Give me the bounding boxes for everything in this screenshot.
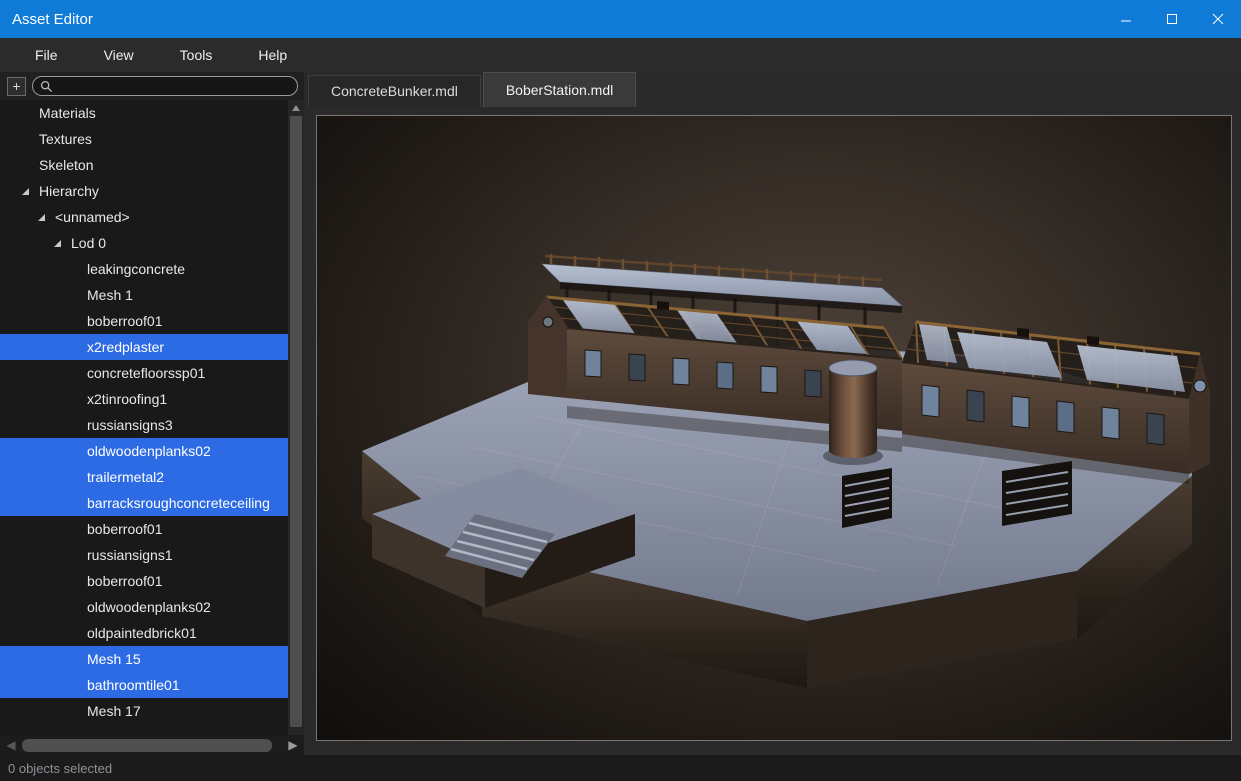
tree-item-label: x2tinroofing1 — [87, 391, 167, 407]
maximize-icon — [1166, 13, 1178, 25]
tree-item-trailermetal2[interactable]: trailermetal2 — [0, 464, 288, 490]
tree-wrap: Materials Textures Skeleton Hierarchy <unnam… — [0, 100, 304, 735]
scroll-right-icon[interactable]: ▶ — [286, 735, 300, 755]
tree-item-label: Mesh 17 — [87, 703, 141, 719]
tree-item-label: leakingconcrete — [87, 261, 185, 277]
tree-item-mesh-17[interactable]: Mesh 17 — [0, 698, 288, 724]
tree-item-x2tinroofing1[interactable]: x2tinroofing1 — [0, 386, 288, 412]
tree-item-boberroof01[interactable]: boberroof01 — [0, 516, 288, 542]
tree-item-label: Lod 0 — [71, 235, 106, 251]
tree-item-x2redplaster[interactable]: x2redplaster — [0, 334, 288, 360]
tree-item-bathroomtile01[interactable]: bathroomtile01 — [0, 672, 288, 698]
status-text: 0 objects selected — [8, 761, 112, 776]
tree-item-label: boberroof01 — [87, 521, 163, 537]
maximize-button[interactable] — [1149, 0, 1195, 38]
tree-item-concretefloorssp01[interactable]: concretefloorssp01 — [0, 360, 288, 386]
tree-item-russiansigns1[interactable]: russiansigns1 — [0, 542, 288, 568]
tab-concretebunker-mdl[interactable]: ConcreteBunker.mdl — [308, 75, 481, 107]
scroll-up-icon[interactable] — [292, 105, 300, 111]
tree-item-label: Hierarchy — [39, 183, 99, 199]
tree-item-label: oldwoodenplanks02 — [87, 599, 211, 615]
menu-item-view[interactable]: View — [81, 38, 157, 72]
tree-item-label: trailermetal2 — [87, 469, 164, 485]
tree-item-oldpaintedbrick01[interactable]: oldpaintedbrick01 — [0, 620, 288, 646]
tree-item-hierarchy[interactable]: Hierarchy — [0, 178, 288, 204]
tree-item-label: boberroof01 — [87, 573, 163, 589]
model-render — [317, 116, 1231, 740]
menu-item-file[interactable]: File — [12, 38, 81, 72]
titlebar: Asset Editor — [0, 0, 1241, 38]
close-button[interactable] — [1195, 0, 1241, 38]
status-bar: 0 objects selected — [0, 755, 1241, 781]
model-stairwell-left — [842, 468, 892, 528]
tree-item-label: Materials — [39, 105, 96, 121]
hierarchy-tree: Materials Textures Skeleton Hierarchy <unnam… — [0, 100, 288, 735]
scroll-left-icon[interactable]: ◀ — [4, 735, 18, 755]
tree-item-label: x2redplaster — [87, 339, 164, 355]
search-icon — [40, 80, 53, 93]
tree-item-label: Skeleton — [39, 157, 93, 173]
horizontal-scrollbar[interactable]: ◀ ▶ — [0, 735, 304, 755]
tree-item-oldwoodenplanks02[interactable]: oldwoodenplanks02 — [0, 594, 288, 620]
tree-item-mesh-15[interactable]: Mesh 15 — [0, 646, 288, 672]
tree-item-skeleton[interactable]: Skeleton — [0, 152, 288, 178]
tree-item-label: russiansigns3 — [87, 417, 173, 433]
vertical-scrollbar[interactable] — [288, 100, 304, 735]
minimize-icon — [1120, 13, 1132, 25]
tree-item-label: bathroomtile01 — [87, 677, 180, 693]
tree-item-boberroof01[interactable]: boberroof01 — [0, 568, 288, 594]
add-button[interactable]: + — [7, 77, 26, 96]
tree-item-label: concretefloorssp01 — [87, 365, 205, 381]
tree-item-textures[interactable]: Textures — [0, 126, 288, 152]
tree-item-label: oldwoodenplanks02 — [87, 443, 211, 459]
tree-item-boberroof01[interactable]: boberroof01 — [0, 308, 288, 334]
tree-item-oldwoodenplanks02[interactable]: oldwoodenplanks02 — [0, 438, 288, 464]
explorer-panel: + Materials Textures Skeleton Hierarchy <unn… — [0, 72, 304, 755]
menu-item-tools[interactable]: Tools — [157, 38, 236, 72]
tree-item-barracksroughconcreteceiling[interactable]: barracksroughconcreteceiling — [0, 490, 288, 516]
viewport-3d[interactable] — [316, 115, 1232, 741]
window-controls — [1103, 0, 1241, 38]
tree-item-unnamed[interactable]: <unnamed> — [0, 204, 288, 230]
tree-item-lod-0[interactable]: Lod 0 — [0, 230, 288, 256]
close-icon — [1212, 13, 1224, 25]
horizontal-scroll-thumb[interactable] — [22, 739, 272, 752]
tree-item-label: Textures — [39, 131, 92, 147]
expanded-arrow-icon[interactable] — [38, 214, 55, 221]
vertical-scroll-thumb[interactable] — [290, 116, 302, 727]
model-tank — [823, 360, 883, 465]
tree-item-label: russiansigns1 — [87, 547, 173, 563]
tree-item-materials[interactable]: Materials — [0, 100, 288, 126]
menu-item-help[interactable]: Help — [235, 38, 310, 72]
tree-item-label: oldpaintedbrick01 — [87, 625, 197, 641]
tree-item-leakingconcrete[interactable]: leakingconcrete — [0, 256, 288, 282]
window-title: Asset Editor — [0, 11, 93, 28]
search-box[interactable] — [32, 76, 298, 96]
expanded-arrow-icon[interactable] — [22, 188, 39, 195]
content: + Materials Textures Skeleton Hierarchy <unn… — [0, 72, 1241, 755]
expanded-arrow-icon[interactable] — [54, 240, 71, 247]
tree-item-label: <unnamed> — [55, 209, 130, 225]
asset-editor-window: Asset Editor FileViewToolsHelp + — [0, 0, 1241, 781]
tab-boberstation-mdl[interactable]: BoberStation.mdl — [483, 72, 636, 107]
tree-item-label: boberroof01 — [87, 313, 163, 329]
tree-item-russiansigns3[interactable]: russiansigns3 — [0, 412, 288, 438]
main-area: ConcreteBunker.mdlBoberStation.mdl — [304, 72, 1241, 755]
tree-item-mesh-1[interactable]: Mesh 1 — [0, 282, 288, 308]
tree-item-label: Mesh 15 — [87, 651, 141, 667]
menu-bar: FileViewToolsHelp — [0, 38, 1241, 72]
tree-item-label: barracksroughconcreteceiling — [87, 495, 270, 511]
tree-item-label: Mesh 1 — [87, 287, 133, 303]
explorer-toolbar: + — [0, 72, 304, 100]
search-input[interactable] — [58, 79, 289, 94]
tab-bar: ConcreteBunker.mdlBoberStation.mdl — [304, 72, 1241, 107]
minimize-button[interactable] — [1103, 0, 1149, 38]
